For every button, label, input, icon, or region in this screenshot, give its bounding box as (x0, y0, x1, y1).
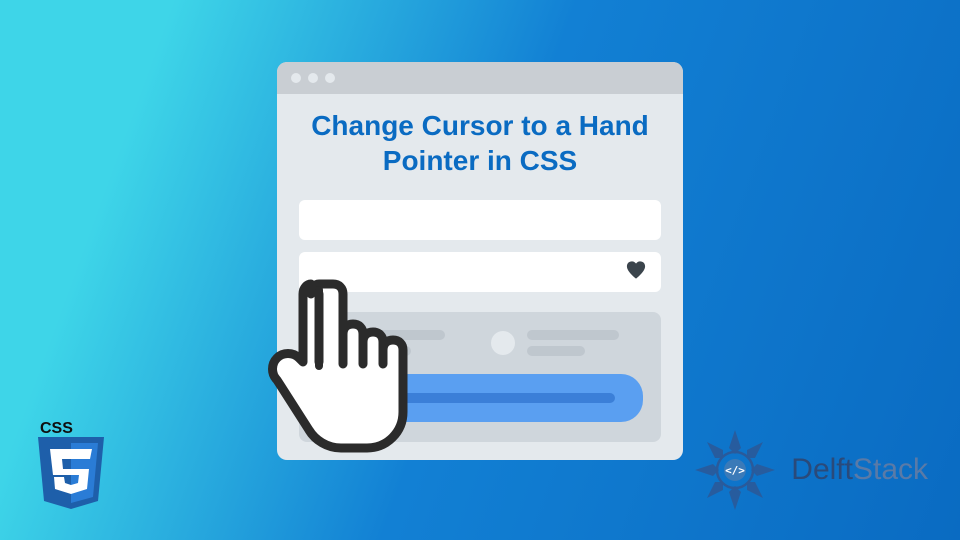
brand-part2: Stack (853, 453, 928, 486)
window-dot (291, 73, 301, 83)
placeholder-bars (527, 330, 643, 356)
hand-pointer-icon (259, 272, 419, 472)
heart-icon (625, 260, 647, 285)
window-dot (325, 73, 335, 83)
window-titlebar (277, 62, 683, 94)
svg-text:</>: </> (725, 464, 745, 477)
text-field (299, 200, 661, 240)
placeholder-bar (527, 330, 619, 340)
css-label-text: CSS (40, 420, 73, 437)
mock-browser-window: Change Cursor to a Hand Pointer in CSS (277, 62, 683, 460)
css3-badge: CSS (32, 417, 110, 518)
placeholder-bar (527, 346, 585, 356)
mandala-icon: </> (689, 424, 781, 516)
radio-unselected[interactable] (491, 331, 515, 355)
brand-part1: Delft (791, 453, 853, 486)
brand-delftstack: </> DelftStack (689, 424, 928, 516)
brand-text: DelftStack (791, 453, 928, 487)
radio-option-2 (491, 330, 643, 356)
headline-text: Change Cursor to a Hand Pointer in CSS (277, 94, 683, 188)
window-dot (308, 73, 318, 83)
